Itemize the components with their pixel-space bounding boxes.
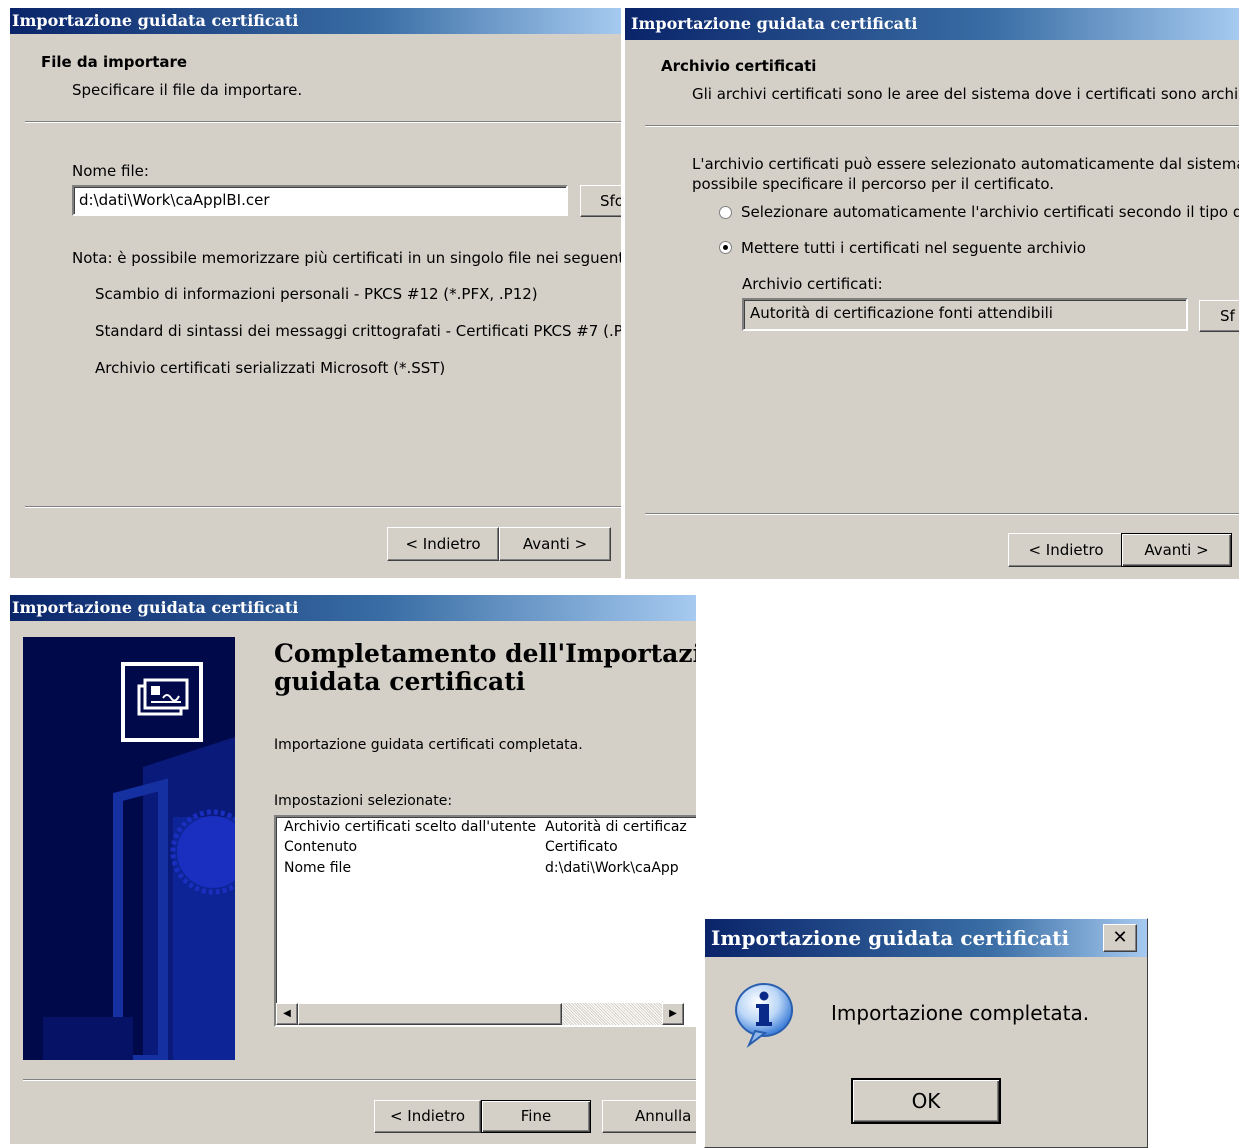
- store-description-2: possibile specificare il percorso per il…: [692, 175, 1055, 193]
- finish-label: Fine: [520, 1107, 552, 1125]
- settings-row: Contenuto Certificato: [284, 839, 696, 859]
- file-name-value: d:\dati\Work\caApplBI.cer: [79, 191, 270, 209]
- header-divider: [25, 121, 621, 123]
- page-subtitle: Gli archivi certificati sono le aree del…: [692, 85, 1239, 103]
- auto-store-label[interactable]: Selezionare automaticamente l'archivio c…: [741, 203, 1239, 221]
- next-label: Avanti >: [1144, 541, 1209, 559]
- back-label: < Indietro: [1028, 541, 1104, 559]
- settings-row: Archivio certificati scelto dall'utente …: [284, 819, 696, 839]
- window-title: Importazione guidata certificati: [625, 8, 1239, 40]
- wizard-banner: [23, 637, 235, 1060]
- scroll-right-button[interactable]: ▶: [662, 1003, 684, 1025]
- wizard-file-window: Importazione guidata certificati File da…: [10, 8, 621, 578]
- format-item: Archivio certificati serializzati Micros…: [95, 359, 446, 377]
- next-button[interactable]: Avanti >: [499, 527, 611, 561]
- window-title: Importazione guidata certificati: [10, 595, 696, 621]
- back-label: < Indietro: [389, 1107, 466, 1125]
- manual-store-label[interactable]: Mettere tutti i certificati nel seguente…: [741, 239, 1086, 257]
- settings-list[interactable]: Archivio certificati scelto dall'utente …: [274, 815, 696, 1027]
- next-button[interactable]: Avanti >: [1121, 533, 1232, 567]
- completion-heading: Completamento dell'Importazione guidata …: [274, 640, 696, 696]
- completion-heading-line2: guidata certificati: [274, 667, 526, 696]
- close-button[interactable]: ✕: [1103, 924, 1137, 952]
- next-label: Avanti >: [522, 535, 588, 553]
- manual-store-radio[interactable]: [719, 241, 732, 254]
- footer-divider: [23, 1079, 696, 1081]
- message-dialog: Importazione guidata certificati ✕ Impor…: [704, 918, 1148, 1148]
- settings-value: Certificato: [545, 839, 618, 855]
- horizontal-scrollbar[interactable]: ◀ ▶: [276, 1003, 684, 1025]
- file-name-label: Nome file:: [72, 162, 149, 180]
- wizard-store-window: Importazione guidata certificati Archivi…: [625, 8, 1239, 579]
- certificate-icon: [121, 662, 203, 742]
- settings-value: d:\dati\Work\caApp: [545, 860, 679, 876]
- auto-store-radio[interactable]: [719, 206, 732, 219]
- store-label: Archivio certificati:: [742, 275, 883, 293]
- format-item: Standard di sintassi dei messaggi critto…: [95, 322, 621, 340]
- browse-label: Sfo: [600, 192, 621, 210]
- window-title: Importazione guidata certificati: [10, 8, 621, 34]
- radio-selected-dot: [723, 245, 728, 250]
- cancel-button[interactable]: Annulla: [602, 1100, 696, 1133]
- scroll-left-button[interactable]: ◀: [276, 1003, 298, 1025]
- back-button[interactable]: < Indietro: [387, 527, 499, 561]
- scroll-thumb[interactable]: [298, 1003, 562, 1025]
- info-icon: [729, 979, 799, 1049]
- settings-row: Nome file d:\dati\Work\caApp: [284, 860, 696, 880]
- browse-label: Sf: [1220, 307, 1235, 325]
- page-title: Archivio certificati: [661, 57, 817, 75]
- dialog-title: Importazione guidata certificati: [705, 919, 1147, 957]
- page-subtitle: Specificare il file da importare.: [72, 81, 303, 99]
- back-button[interactable]: < Indietro: [374, 1100, 481, 1133]
- browse-button[interactable]: Sfo: [580, 185, 621, 217]
- settings-key: Nome file: [284, 860, 352, 876]
- store-description: L'archivio certificati può essere selezi…: [692, 155, 1239, 173]
- settings-label: Impostazioni selezionate:: [274, 793, 453, 809]
- page-title: File da importare: [41, 53, 188, 71]
- ok-button[interactable]: OK: [851, 1078, 1001, 1124]
- close-icon: ✕: [1112, 927, 1128, 948]
- format-note: Nota: è possibile memorizzare più certif…: [72, 249, 621, 267]
- browse-button[interactable]: Sf: [1199, 300, 1239, 332]
- dialog-message: Importazione completata.: [831, 1001, 1090, 1025]
- store-field: Autorità di certificazione fonti attendi…: [742, 298, 1188, 331]
- dialog-title-text: Importazione guidata certificati: [711, 926, 1070, 950]
- footer-divider: [645, 513, 1239, 515]
- format-item: Scambio di informazioni personali - PKCS…: [95, 285, 538, 303]
- ok-label: OK: [911, 1089, 941, 1113]
- header-divider: [645, 125, 1239, 127]
- back-button[interactable]: < Indietro: [1008, 533, 1124, 567]
- back-label: < Indietro: [405, 535, 481, 553]
- store-value: Autorità di certificazione fonti attendi…: [750, 304, 1053, 322]
- completion-heading-line1: Completamento dell'Importazione: [274, 639, 696, 668]
- cancel-label: Annulla: [635, 1107, 692, 1125]
- completion-message: Importazione guidata certificati complet…: [274, 737, 583, 753]
- settings-value: Autorità di certificaz: [545, 819, 687, 835]
- settings-key: Contenuto: [284, 839, 358, 855]
- finish-button[interactable]: Fine: [481, 1100, 591, 1133]
- settings-key: Archivio certificati scelto dall'utente: [284, 819, 537, 835]
- file-name-input[interactable]: d:\dati\Work\caApplBI.cer: [72, 185, 568, 216]
- footer-divider: [25, 506, 621, 508]
- wizard-complete-window: Importazione guidata certificati Complet…: [10, 595, 696, 1144]
